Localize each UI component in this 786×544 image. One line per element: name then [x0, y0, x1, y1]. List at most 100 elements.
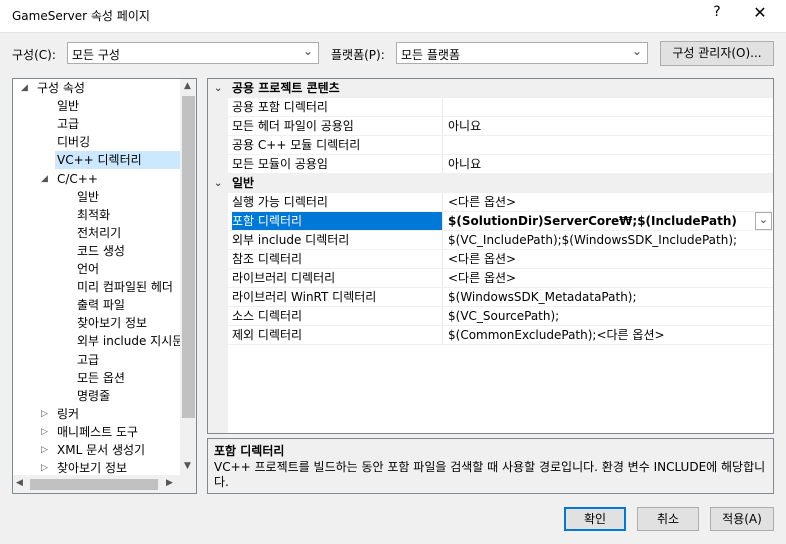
tree-item[interactable]: ▷ XML 문서 생성기 [41, 441, 180, 459]
tree-item[interactable]: 일반 [75, 188, 180, 206]
column-divider[interactable] [442, 98, 443, 117]
column-divider[interactable] [442, 117, 443, 136]
property-value[interactable] [448, 136, 773, 155]
tree-item[interactable]: VC++ 디렉터리 [55, 151, 180, 170]
grid-row[interactable]: 모든 헤더 파일이 공용임 아니요 [208, 117, 773, 136]
property-grid: ⌄ 공용 프로젝트 콘텐츠 공용 포함 디렉터리 모든 헤더 파일이 공용임 아니요공용… [207, 78, 774, 434]
expanded-icon[interactable]: ◢ [21, 79, 28, 97]
tree-hscrollbar[interactable]: ◀ ▶ [13, 475, 196, 493]
tree-hscroll-thumb[interactable] [30, 479, 158, 490]
property-name: 공용 C++ 모듈 디렉터리 [232, 138, 361, 152]
tree-item-label: 디버깅 [57, 135, 91, 150]
grid-row[interactable]: 라이브러리 디렉터리 <다른 옵션> [208, 269, 773, 288]
scroll-up-icon[interactable]: ▲ [184, 81, 191, 91]
tree-item-label: 일반 [77, 189, 100, 204]
tree-item-label: 구성 속성 [37, 81, 85, 95]
grid-row[interactable]: 포함 디렉터리 $(SolutionDir)ServerCore₩;$(Inclu… [208, 212, 773, 231]
chevron-down-icon[interactable]: ⌄ [214, 174, 222, 193]
column-divider[interactable] [442, 212, 443, 231]
tree-item-label: 명령줄 [77, 388, 111, 403]
tree-item[interactable]: 언어 [75, 260, 180, 278]
platform-select[interactable]: 모든 플랫폼 ⌄ [396, 42, 648, 64]
column-divider[interactable] [442, 231, 443, 250]
property-value[interactable]: $(WindowsSDK_MetadataPath); [448, 288, 773, 307]
tree-item[interactable]: 출력 파일 [75, 296, 180, 314]
tree-item[interactable]: 코드 생성 [75, 242, 180, 260]
column-divider[interactable] [442, 136, 443, 155]
property-value[interactable]: $(VC_IncludePath);$(WindowsSDK_IncludePa… [448, 231, 773, 250]
tree-item-label: 고급 [57, 117, 80, 132]
property-value[interactable]: <다른 옵션> [448, 250, 773, 269]
collapsed-icon[interactable]: ▷ [41, 405, 48, 423]
tree-item[interactable]: ▷ 매니페스트 도구 [41, 423, 180, 441]
grid-row[interactable]: 실행 가능 디렉터리 <다른 옵션> [208, 193, 773, 212]
tree-vscroll-thumb[interactable] [182, 96, 195, 418]
tree-item[interactable]: 전처리기 [75, 224, 180, 242]
tree-item[interactable]: 미리 컴파일된 헤더 [75, 278, 180, 296]
column-divider[interactable] [442, 155, 443, 174]
tree-item[interactable]: 일반 [55, 97, 180, 115]
tree-item[interactable]: ◢ 구성 속성 [21, 79, 180, 97]
platform-value: 모든 플랫폼 [401, 48, 461, 62]
tree-item[interactable]: 명령줄 [75, 387, 180, 405]
scroll-right-icon[interactable]: ▶ [166, 478, 173, 488]
grid-row[interactable]: 소스 디렉터리 $(VC_SourcePath); [208, 307, 773, 326]
collapsed-icon[interactable]: ▷ [41, 423, 48, 441]
row-divider [228, 344, 773, 345]
scroll-down-icon[interactable]: ▼ [184, 461, 191, 471]
apply-button[interactable]: 적용(A) [710, 507, 774, 531]
grid-row[interactable]: 공용 포함 디렉터리 [208, 98, 773, 117]
property-value[interactable]: <다른 옵션> [448, 269, 773, 288]
tree-item[interactable]: 찾아보기 정보 [75, 314, 180, 332]
collapsed-icon[interactable]: ▷ [41, 459, 48, 475]
collapsed-icon[interactable]: ▷ [41, 441, 48, 459]
column-divider[interactable] [442, 193, 443, 212]
tree-item[interactable]: ▷ 찾아보기 정보 [41, 459, 180, 475]
tree-item[interactable]: ◢ C/C++ [41, 170, 180, 188]
tree-item[interactable]: 모든 옵션 [75, 369, 180, 387]
config-select[interactable]: 모든 구성 ⌄ [67, 42, 319, 64]
property-value[interactable]: $(CommonExcludePath);<다른 옵션> [448, 326, 773, 345]
property-name: 참조 디렉터리 [232, 252, 303, 266]
cancel-button[interactable]: 취소 [637, 507, 699, 531]
property-value[interactable]: 아니요 [448, 155, 773, 174]
property-value[interactable]: <다른 옵션> [448, 193, 773, 212]
property-value[interactable]: $(SolutionDir)ServerCore₩;$(IncludePath) [448, 212, 773, 231]
help-icon[interactable]: ? [707, 4, 727, 20]
tree-item[interactable]: 디버깅 [55, 133, 180, 151]
grid-row[interactable]: 모든 모듈이 공용임 아니요 [208, 155, 773, 174]
config-manager-button[interactable]: 구성 관리자(O)... [660, 41, 774, 66]
grid-category[interactable]: ⌄ 공용 프로젝트 콘텐츠 [208, 79, 773, 98]
column-divider[interactable] [442, 307, 443, 326]
tree-vscrollbar[interactable]: ▲ ▼ [180, 79, 196, 475]
grid-row[interactable]: 라이브러리 WinRT 디렉터리 $(WindowsSDK_MetadataPat… [208, 288, 773, 307]
column-divider[interactable] [442, 250, 443, 269]
tree-item[interactable]: 고급 [75, 351, 180, 369]
property-name: 소스 디렉터리 [232, 309, 303, 323]
property-value[interactable] [448, 98, 773, 117]
expanded-icon[interactable]: ◢ [41, 170, 48, 188]
column-divider[interactable] [442, 269, 443, 288]
chevron-down-icon[interactable]: ⌄ [214, 79, 222, 98]
chevron-down-icon: ⌄ [302, 44, 313, 58]
tree-item[interactable]: 최적화 [75, 206, 180, 224]
column-divider[interactable] [442, 288, 443, 307]
grid-row[interactable]: 제외 디렉터리 $(CommonExcludePath);<다른 옵션> [208, 326, 773, 345]
ok-button[interactable]: 확인 [564, 507, 626, 531]
grid-row[interactable]: 외부 include 디렉터리 $(VC_IncludePath);$(Windo… [208, 231, 773, 250]
column-divider[interactable] [442, 326, 443, 345]
grid-category[interactable]: ⌄ 일반 [208, 174, 773, 193]
tree-item-label: 링커 [57, 406, 80, 421]
grid-category-label: 일반 [232, 176, 255, 190]
close-icon[interactable]: ✕ [748, 3, 772, 22]
tree-item-label: 언어 [77, 262, 100, 276]
grid-row[interactable]: 공용 C++ 모듈 디렉터리 [208, 136, 773, 155]
tree-item[interactable]: 외부 include 지시문 [75, 332, 180, 350]
property-value[interactable]: $(VC_SourcePath); [448, 307, 773, 326]
grid-row[interactable]: 참조 디렉터리 <다른 옵션> [208, 250, 773, 269]
value-dropdown-icon[interactable]: ⌄ [755, 212, 772, 230]
property-value[interactable]: 아니요 [448, 117, 773, 136]
tree-item[interactable]: 고급 [55, 115, 180, 133]
scroll-left-icon[interactable]: ◀ [16, 478, 23, 488]
tree-item[interactable]: ▷ 링커 [41, 405, 180, 423]
